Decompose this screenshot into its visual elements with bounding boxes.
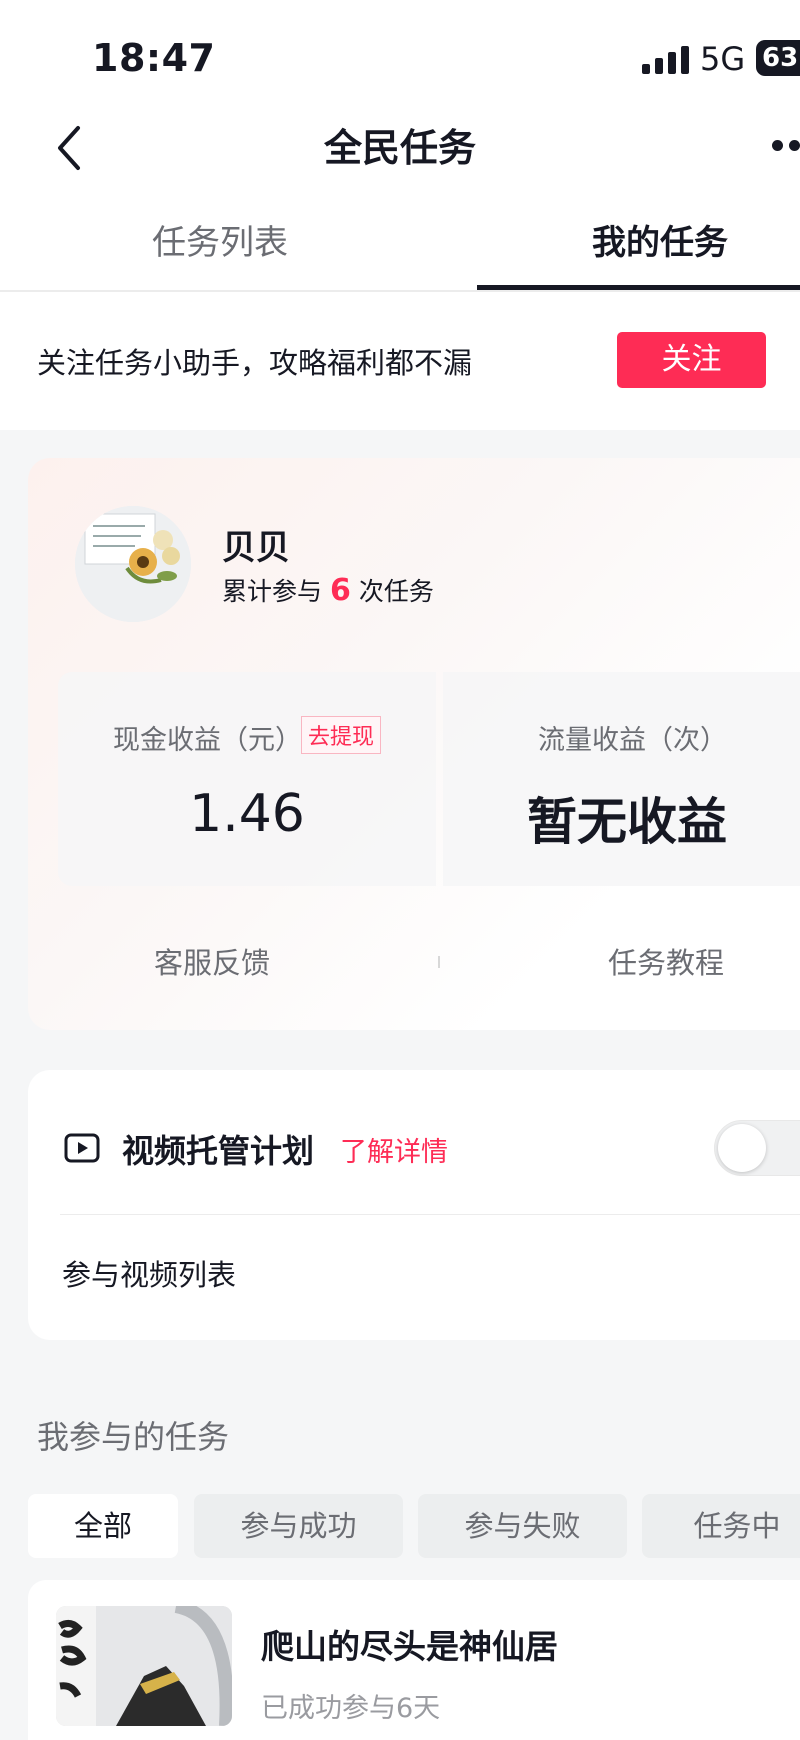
follow-button[interactable]: 关注 <box>617 332 766 388</box>
battery-icon: 63 <box>756 40 800 76</box>
video-plan-title: 视频托管计划 <box>122 1132 315 1170</box>
cash-income-panel <box>58 672 436 886</box>
signal-icon <box>642 44 690 74</box>
user-name: 贝贝 <box>222 528 290 568</box>
more-dots-icon[interactable] <box>772 140 800 152</box>
video-plan-toggle[interactable] <box>714 1120 800 1176</box>
participation-prefix: 累计参与 <box>222 577 323 606</box>
follow-banner-text: 关注任务小助手，攻略福利都不漏 <box>37 346 473 380</box>
network-label: 5G <box>700 40 746 78</box>
customer-feedback-link[interactable]: 客服反馈 <box>154 940 270 982</box>
page-title: 全民任务 <box>323 126 476 170</box>
video-plan-card <box>28 1070 800 1340</box>
divider <box>60 1214 800 1215</box>
withdraw-button[interactable]: 去提现 <box>301 716 382 754</box>
flow-income-value: 暂无收益 <box>527 793 727 851</box>
filter-in-progress[interactable]: 任务中 <box>642 1494 800 1558</box>
divider <box>438 956 440 968</box>
filter-failed[interactable]: 参与失败 <box>418 1494 627 1558</box>
cash-income-label: 现金收益（元） <box>113 725 302 756</box>
cash-income-value: 1.46 <box>189 784 305 844</box>
participation-suffix: 次任务 <box>358 577 434 606</box>
toggle-knob <box>718 1124 766 1172</box>
filter-success[interactable]: 参与成功 <box>194 1494 403 1558</box>
task-thumbnail <box>56 1606 232 1726</box>
task-subtitle: 已成功参与6天 <box>261 1693 441 1724</box>
tab-my-tasks[interactable]: 我的任务 <box>592 218 728 268</box>
learn-more-link[interactable]: 了解详情 <box>340 1130 448 1169</box>
participation-summary: 累计参与 6 次任务 <box>222 572 434 608</box>
flow-income-label: 流量收益（次） <box>538 725 727 756</box>
task-title: 爬山的尽头是神仙居 <box>261 1627 558 1666</box>
tab-task-list[interactable]: 任务列表 <box>152 218 288 268</box>
avatar[interactable] <box>75 506 191 622</box>
section-title: 我参与的任务 <box>37 1418 230 1456</box>
participation-count: 6 <box>330 573 351 608</box>
video-list-link[interactable]: 参与视频列表 <box>62 1252 236 1294</box>
status-time: 18:47 <box>92 36 216 80</box>
task-tutorial-link[interactable]: 任务教程 <box>608 940 724 982</box>
play-icon <box>64 1133 100 1163</box>
filter-all[interactable]: 全部 <box>28 1494 178 1558</box>
